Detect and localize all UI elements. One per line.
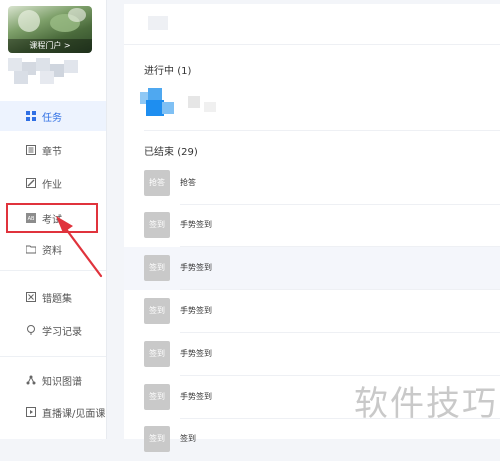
activity-badge: 签到: [144, 255, 170, 281]
sidebar-item-tasks[interactable]: 任务: [0, 101, 106, 131]
sidebar-item-knowledge-graph[interactable]: 知识图谱: [0, 365, 106, 395]
sidebar-item-label: 任务: [42, 112, 62, 124]
sidebar-item-resources[interactable]: 资料: [0, 234, 106, 264]
activity-badge: 签到: [144, 212, 170, 238]
ongoing-activity-thumbnail[interactable]: [140, 88, 216, 128]
live-icon: [26, 407, 36, 417]
sidebar-item-label: 错题集: [42, 293, 72, 305]
watermark-text: 软件技巧: [354, 384, 498, 424]
activity-row[interactable]: 抢答 抢答: [124, 162, 500, 205]
activity-badge: 签到: [144, 426, 170, 452]
activity-row[interactable]: 签到 手势签到: [124, 333, 500, 376]
activity-badge: 抢答: [144, 170, 170, 196]
sidebar-item-study-record[interactable]: 学习记录: [0, 315, 106, 345]
finished-section-title: 已结束 (29): [144, 147, 198, 158]
sidebar-divider: [0, 356, 106, 357]
activity-name: 手势签到: [180, 392, 212, 401]
sidebar-item-chapters[interactable]: 章节: [0, 135, 106, 165]
sidebar-item-label: 学习记录: [42, 326, 82, 338]
graph-icon: [26, 375, 36, 385]
section-divider: [144, 130, 500, 131]
sidebar-item-label: 知识图谱: [42, 376, 82, 388]
wrongbook-icon: [26, 292, 36, 302]
activity-row[interactable]: 签到 手势签到: [124, 204, 500, 247]
activity-badge: 签到: [144, 298, 170, 324]
course-cover-image[interactable]: 课程门户 >: [8, 6, 92, 53]
edit-icon: [26, 178, 36, 188]
highlight-box: [6, 203, 98, 233]
main-header: [124, 4, 500, 45]
course-portal-link[interactable]: 课程门户 >: [8, 39, 92, 53]
course-title-blurred: [148, 16, 168, 30]
ongoing-section-title: 进行中 (1): [144, 66, 192, 77]
chapter-icon: [26, 145, 36, 155]
activity-badge: 签到: [144, 341, 170, 367]
sidebar-item-label: 章节: [42, 146, 62, 158]
sidebar-item-wrong-questions[interactable]: 错题集: [0, 282, 106, 312]
activity-row[interactable]: 签到 手势签到: [124, 247, 500, 290]
sidebar-divider: [0, 270, 106, 271]
activity-name: 手势签到: [180, 349, 212, 358]
sidebar-item-label: 资料: [42, 245, 62, 257]
activity-name: 手势签到: [180, 263, 212, 272]
sidebar-item-label: 作业: [42, 179, 62, 191]
activity-name: 抢答: [180, 178, 196, 187]
record-icon: [27, 325, 35, 335]
sidebar-item-homework[interactable]: 作业: [0, 168, 106, 198]
activity-name: 手势签到: [180, 306, 212, 315]
activity-name: 手势签到: [180, 220, 212, 229]
activity-badge: 签到: [144, 384, 170, 410]
folder-icon: [26, 245, 36, 254]
grid-icon: [26, 111, 36, 121]
main-panel: 进行中 (1) 已结束 (29) 抢答 抢答 签到 手势签到 签到 手势签到 签…: [124, 4, 500, 452]
sidebar-item-live-class[interactable]: 直播课/见面课: [0, 397, 106, 427]
sidebar-item-label: 直播课/见面课: [42, 408, 106, 420]
activity-row[interactable]: 签到 手势签到: [124, 290, 500, 333]
